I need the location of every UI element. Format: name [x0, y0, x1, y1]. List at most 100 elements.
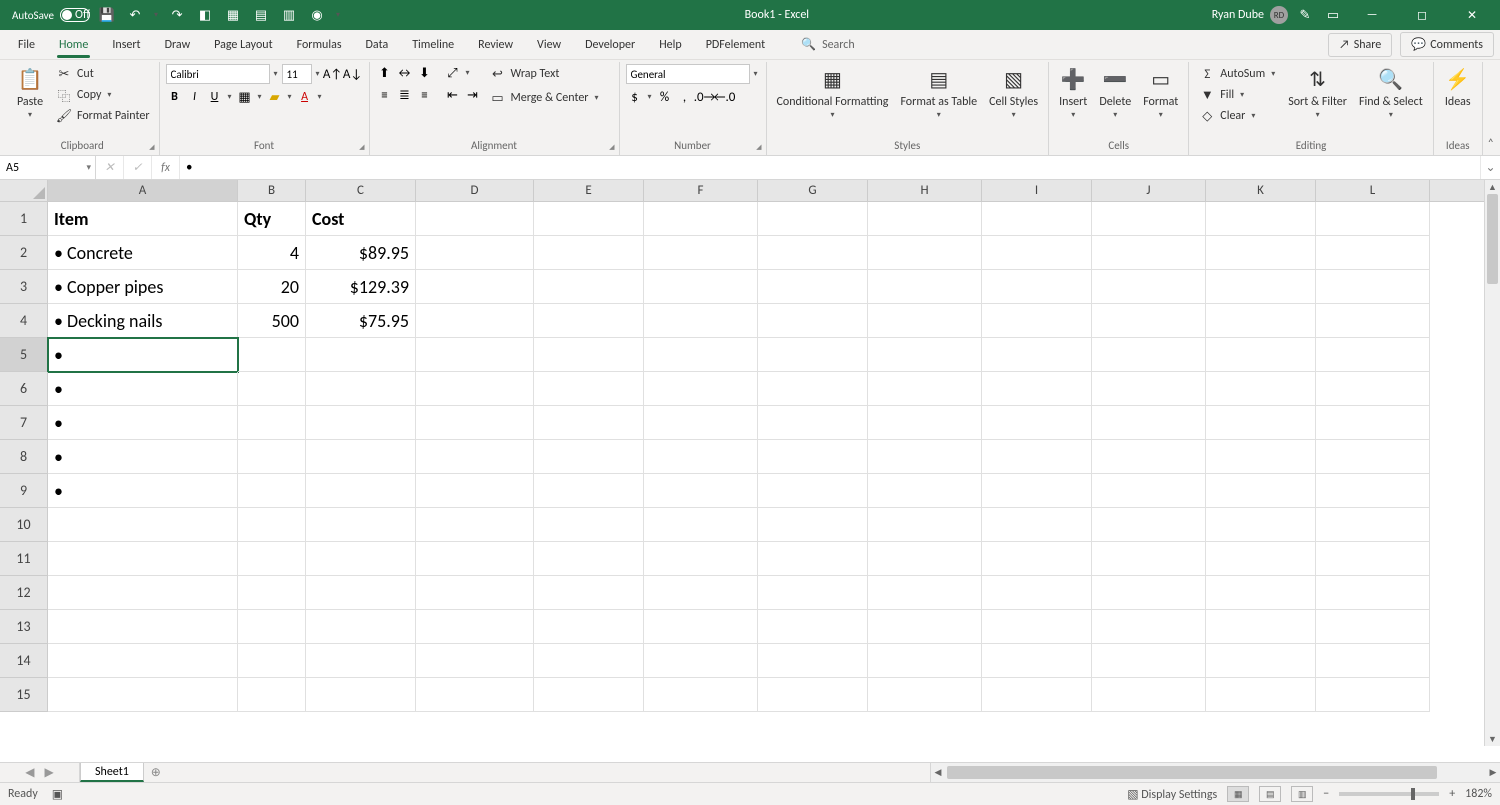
- cell-E4[interactable]: [534, 304, 644, 338]
- cell-A12[interactable]: [48, 576, 238, 610]
- tab-help[interactable]: Help: [647, 30, 694, 60]
- cell-H6[interactable]: [868, 372, 982, 406]
- cell-D8[interactable]: [416, 440, 534, 474]
- cell-L10[interactable]: [1316, 508, 1430, 542]
- view-pagebreak-button[interactable]: ▥: [1291, 786, 1313, 802]
- cell-F15[interactable]: [644, 678, 758, 712]
- cell-K6[interactable]: [1206, 372, 1316, 406]
- cell-B9[interactable]: [238, 474, 306, 508]
- cell-A14[interactable]: [48, 644, 238, 678]
- cell-E2[interactable]: [534, 236, 644, 270]
- cell-J8[interactable]: [1092, 440, 1206, 474]
- cell-J14[interactable]: [1092, 644, 1206, 678]
- cell-F8[interactable]: [644, 440, 758, 474]
- cell-E3[interactable]: [534, 270, 644, 304]
- cell-A3[interactable]: • Copper pipes: [48, 270, 238, 304]
- cell-L15[interactable]: [1316, 678, 1430, 712]
- hscroll-thumb[interactable]: [947, 766, 1437, 779]
- rowhead-1[interactable]: 1: [0, 202, 48, 236]
- cell-H15[interactable]: [868, 678, 982, 712]
- number-format-combo[interactable]: [626, 64, 750, 84]
- cell-A8[interactable]: •: [48, 440, 238, 474]
- cell-K2[interactable]: [1206, 236, 1316, 270]
- format-as-table-button[interactable]: ▤Format as Table▾: [896, 64, 981, 122]
- rowhead-9[interactable]: 9: [0, 474, 48, 508]
- cell-A15[interactable]: [48, 678, 238, 712]
- zoom-out-button[interactable]: −: [1323, 787, 1329, 801]
- qat-icon-3[interactable]: ▤: [250, 4, 272, 26]
- ribbon-collapse-icon[interactable]: ˄: [1488, 137, 1494, 151]
- sort-filter-button[interactable]: ⇅Sort & Filter▾: [1284, 64, 1351, 122]
- tab-page-layout[interactable]: Page Layout: [202, 30, 284, 60]
- cell-H7[interactable]: [868, 406, 982, 440]
- cell-H4[interactable]: [868, 304, 982, 338]
- cell-C4[interactable]: $75.95: [306, 304, 416, 338]
- cell-D7[interactable]: [416, 406, 534, 440]
- add-sheet-button[interactable]: ⊕: [144, 763, 168, 782]
- cell-J11[interactable]: [1092, 542, 1206, 576]
- zoom-slider[interactable]: [1339, 792, 1439, 796]
- cell-E8[interactable]: [534, 440, 644, 474]
- cell-K7[interactable]: [1206, 406, 1316, 440]
- colhead-C[interactable]: C: [306, 180, 416, 201]
- increase-indent-icon[interactable]: ⇥: [464, 86, 482, 104]
- cell-A2[interactable]: • Concrete: [48, 236, 238, 270]
- cell-H11[interactable]: [868, 542, 982, 576]
- cell-G10[interactable]: [758, 508, 868, 542]
- cell-B13[interactable]: [238, 610, 306, 644]
- cell-J5[interactable]: [1092, 338, 1206, 372]
- cell-K9[interactable]: [1206, 474, 1316, 508]
- delete-button[interactable]: ➖Delete▾: [1095, 64, 1135, 122]
- cell-H14[interactable]: [868, 644, 982, 678]
- cell-C6[interactable]: [306, 372, 416, 406]
- tab-data[interactable]: Data: [354, 30, 401, 60]
- rowhead-3[interactable]: 3: [0, 270, 48, 304]
- cell-C11[interactable]: [306, 542, 416, 576]
- rowhead-2[interactable]: 2: [0, 236, 48, 270]
- cell-D14[interactable]: [416, 644, 534, 678]
- cell-I7[interactable]: [982, 406, 1092, 440]
- border-button[interactable]: ▦: [236, 88, 254, 106]
- cell-A9[interactable]: •: [48, 474, 238, 508]
- cell-G9[interactable]: [758, 474, 868, 508]
- cell-C5[interactable]: [306, 338, 416, 372]
- cell-B4[interactable]: 500: [238, 304, 306, 338]
- macro-record-icon[interactable]: ▣: [52, 787, 63, 802]
- align-middle-icon[interactable]: ↔: [396, 64, 414, 82]
- grid-body[interactable]: 1ItemQtyCost2• Concrete4$89.953• Copper …: [0, 202, 1484, 746]
- cell-J10[interactable]: [1092, 508, 1206, 542]
- ideas-button[interactable]: ⚡Ideas: [1440, 64, 1476, 111]
- cell-G2[interactable]: [758, 236, 868, 270]
- italic-button[interactable]: I: [186, 88, 204, 106]
- align-right-icon[interactable]: ≡: [416, 86, 434, 104]
- cell-E9[interactable]: [534, 474, 644, 508]
- sheet-nav[interactable]: ◀▶: [0, 763, 80, 782]
- cell-J9[interactable]: [1092, 474, 1206, 508]
- cell-L14[interactable]: [1316, 644, 1430, 678]
- cell-C1[interactable]: Cost: [306, 202, 416, 236]
- cell-E11[interactable]: [534, 542, 644, 576]
- cell-D9[interactable]: [416, 474, 534, 508]
- cell-F11[interactable]: [644, 542, 758, 576]
- cell-I4[interactable]: [982, 304, 1092, 338]
- cell-C3[interactable]: $129.39: [306, 270, 416, 304]
- cell-C8[interactable]: [306, 440, 416, 474]
- scroll-up-icon[interactable]: ▲: [1485, 180, 1500, 194]
- maximize-button[interactable]: ◻: [1400, 0, 1444, 30]
- cell-F14[interactable]: [644, 644, 758, 678]
- font-size-combo[interactable]: [282, 64, 312, 84]
- cell-D4[interactable]: [416, 304, 534, 338]
- find-select-button[interactable]: 🔍Find & Select▾: [1355, 64, 1427, 122]
- cell-H5[interactable]: [868, 338, 982, 372]
- cancel-icon[interactable]: ✕: [96, 156, 124, 179]
- cell-J13[interactable]: [1092, 610, 1206, 644]
- colhead-B[interactable]: B: [238, 180, 306, 201]
- cell-C13[interactable]: [306, 610, 416, 644]
- colhead-J[interactable]: J: [1092, 180, 1206, 201]
- clear-button[interactable]: ◇Clear▾: [1195, 106, 1280, 126]
- cell-K1[interactable]: [1206, 202, 1316, 236]
- cell-D6[interactable]: [416, 372, 534, 406]
- cell-D15[interactable]: [416, 678, 534, 712]
- font-name-combo[interactable]: [166, 64, 270, 84]
- tab-view[interactable]: View: [525, 30, 573, 60]
